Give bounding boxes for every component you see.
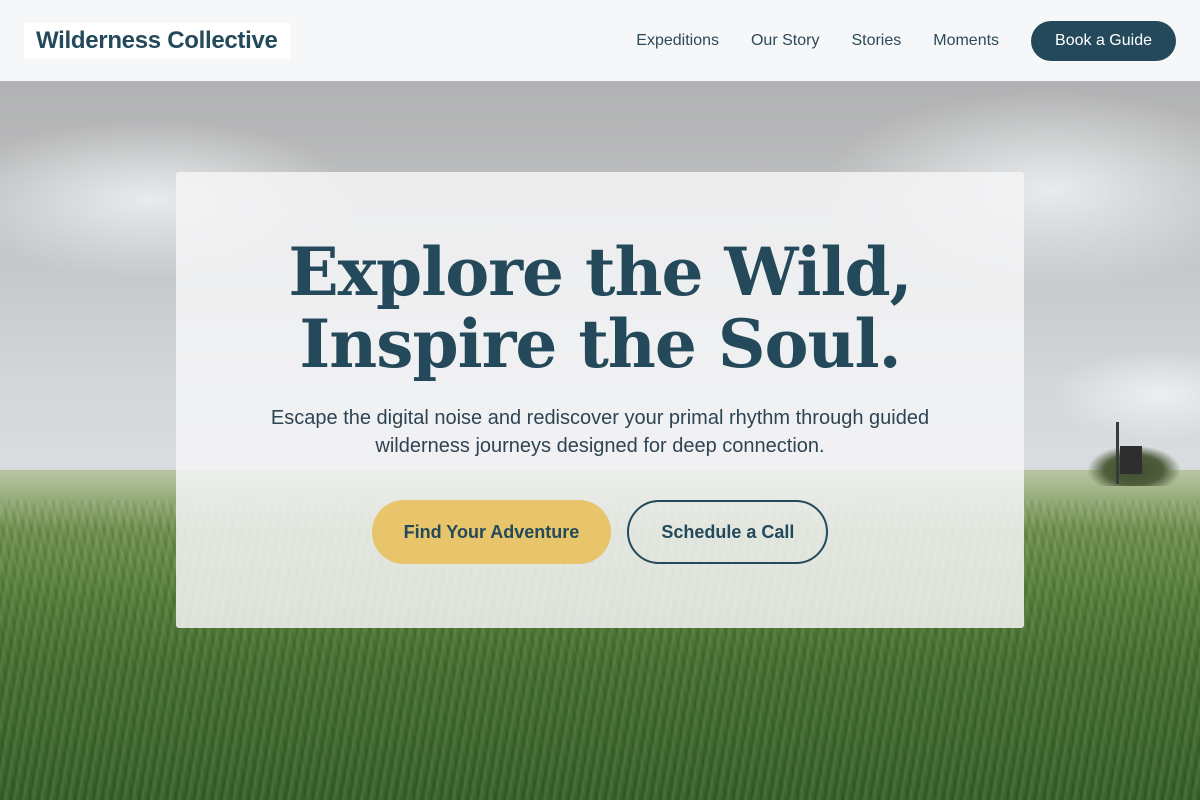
find-adventure-button[interactable]: Find Your Adventure (371, 500, 612, 564)
hero-card: Explore the Wild, Inspire the Soul. Esca… (176, 172, 1024, 628)
hero-subtext: Escape the digital noise and rediscover … (270, 407, 930, 457)
site-logo[interactable]: Wilderness Collective (24, 22, 290, 59)
main-nav: Expeditions Our Story Stories Moments Bo… (636, 20, 1176, 61)
site-header: Wilderness Collective Expeditions Our St… (0, 0, 1200, 81)
book-guide-button[interactable]: Book a Guide (1031, 20, 1176, 61)
schedule-call-button[interactable]: Schedule a Call (627, 500, 829, 564)
nav-link-expeditions[interactable]: Expeditions (636, 32, 719, 50)
hero-headline-line2: Inspire the Soul. (299, 305, 901, 383)
hero-headline-line1: Explore the Wild, (288, 233, 912, 311)
nav-link-stories[interactable]: Stories (851, 32, 901, 50)
hero-cta-row: Find Your Adventure Schedule a Call (371, 500, 829, 564)
hero-headline: Explore the Wild, Inspire the Soul. (288, 233, 912, 383)
nav-link-moments[interactable]: Moments (933, 32, 999, 50)
nav-link-our-story[interactable]: Our Story (751, 32, 819, 50)
